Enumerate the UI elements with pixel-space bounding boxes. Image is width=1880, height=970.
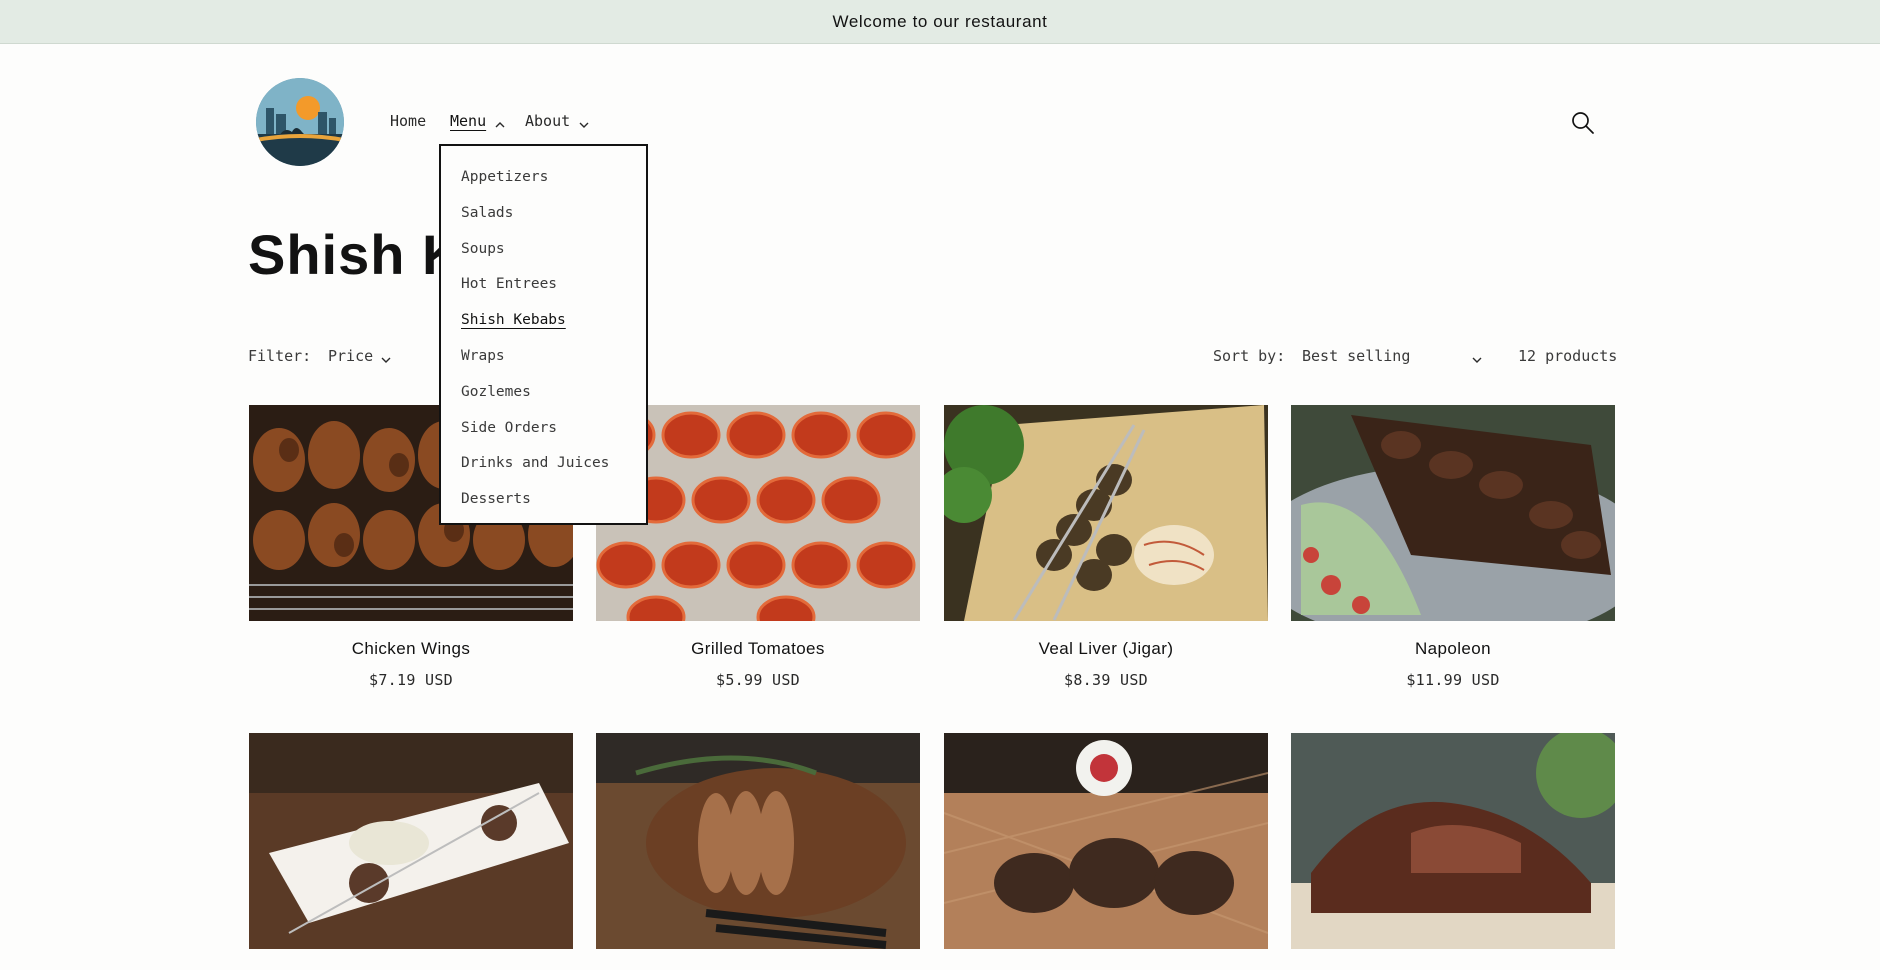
- dropdown-item-drinks-and-juices[interactable]: Drinks and Juices: [441, 446, 646, 482]
- product-image[interactable]: [249, 733, 573, 949]
- chevron-up-icon: [495, 116, 505, 128]
- product-card[interactable]: Napoleon $11.99 USD: [1291, 405, 1615, 689]
- sort-value: Best selling: [1302, 347, 1411, 365]
- product-price: $5.99 USD: [716, 671, 800, 689]
- product-name[interactable]: Grilled Tomatoes: [596, 639, 920, 659]
- chevron-down-icon: [579, 116, 589, 128]
- dropdown-item-desserts[interactable]: Desserts: [441, 482, 646, 518]
- dropdown-item-soups[interactable]: Soups: [441, 232, 646, 268]
- product-price: $8.39 USD: [1064, 671, 1148, 689]
- sort-select[interactable]: Best selling: [1302, 347, 1482, 365]
- nav-menu-label: Menu: [450, 112, 487, 130]
- nav-home[interactable]: Home: [390, 112, 426, 130]
- product-count: 12 products: [1518, 347, 1618, 365]
- product-image-napoleon[interactable]: [1291, 405, 1615, 621]
- product-card[interactable]: [1291, 733, 1615, 949]
- price-filter-button[interactable]: Price: [328, 347, 391, 365]
- product-price: $7.19 USD: [369, 671, 453, 689]
- product-name[interactable]: Veal Liver (Jigar): [944, 639, 1268, 659]
- announcement-text: Welcome to our restaurant: [832, 11, 1048, 31]
- announcement-bar: Welcome to our restaurant: [0, 0, 1880, 44]
- product-card[interactable]: Veal Liver (Jigar) $8.39 USD: [944, 405, 1268, 689]
- dropdown-item-shish-kebabs[interactable]: Shish Kebabs: [441, 303, 646, 339]
- product-image[interactable]: [944, 733, 1268, 949]
- product-card[interactable]: [944, 733, 1268, 949]
- product-card[interactable]: [249, 733, 573, 949]
- menu-dropdown: Appetizers Salads Soups Hot Entrees Shis…: [439, 144, 648, 525]
- dropdown-item-wraps[interactable]: Wraps: [441, 339, 646, 375]
- product-name[interactable]: Chicken Wings: [249, 639, 573, 659]
- product-image-veal-liver[interactable]: [944, 405, 1268, 621]
- sort-label: Sort by:: [1213, 347, 1286, 365]
- dropdown-item-appetizers[interactable]: Appetizers: [441, 160, 646, 196]
- nav-menu[interactable]: Menu: [450, 112, 505, 130]
- chevron-down-icon: [381, 351, 391, 363]
- product-card[interactable]: [596, 733, 920, 949]
- product-price: $11.99 USD: [1406, 671, 1500, 689]
- dropdown-item-salads[interactable]: Salads: [441, 196, 646, 232]
- restaurant-logo[interactable]: [256, 78, 344, 166]
- product-image[interactable]: [1291, 733, 1615, 949]
- dropdown-item-side-orders[interactable]: Side Orders: [441, 411, 646, 447]
- search-icon[interactable]: [1570, 110, 1596, 136]
- filter-label: Filter:: [248, 347, 312, 365]
- price-filter-label: Price: [328, 347, 374, 365]
- nav-about[interactable]: About: [525, 112, 589, 130]
- dropdown-item-hot-entrees[interactable]: Hot Entrees: [441, 267, 646, 303]
- chevron-down-icon: [1472, 351, 1482, 363]
- product-name[interactable]: Napoleon: [1291, 639, 1615, 659]
- nav-home-label: Home: [390, 112, 427, 130]
- dropdown-item-gozlemes[interactable]: Gozlemes: [441, 375, 646, 411]
- nav-about-label: About: [525, 112, 571, 130]
- product-image[interactable]: [596, 733, 920, 949]
